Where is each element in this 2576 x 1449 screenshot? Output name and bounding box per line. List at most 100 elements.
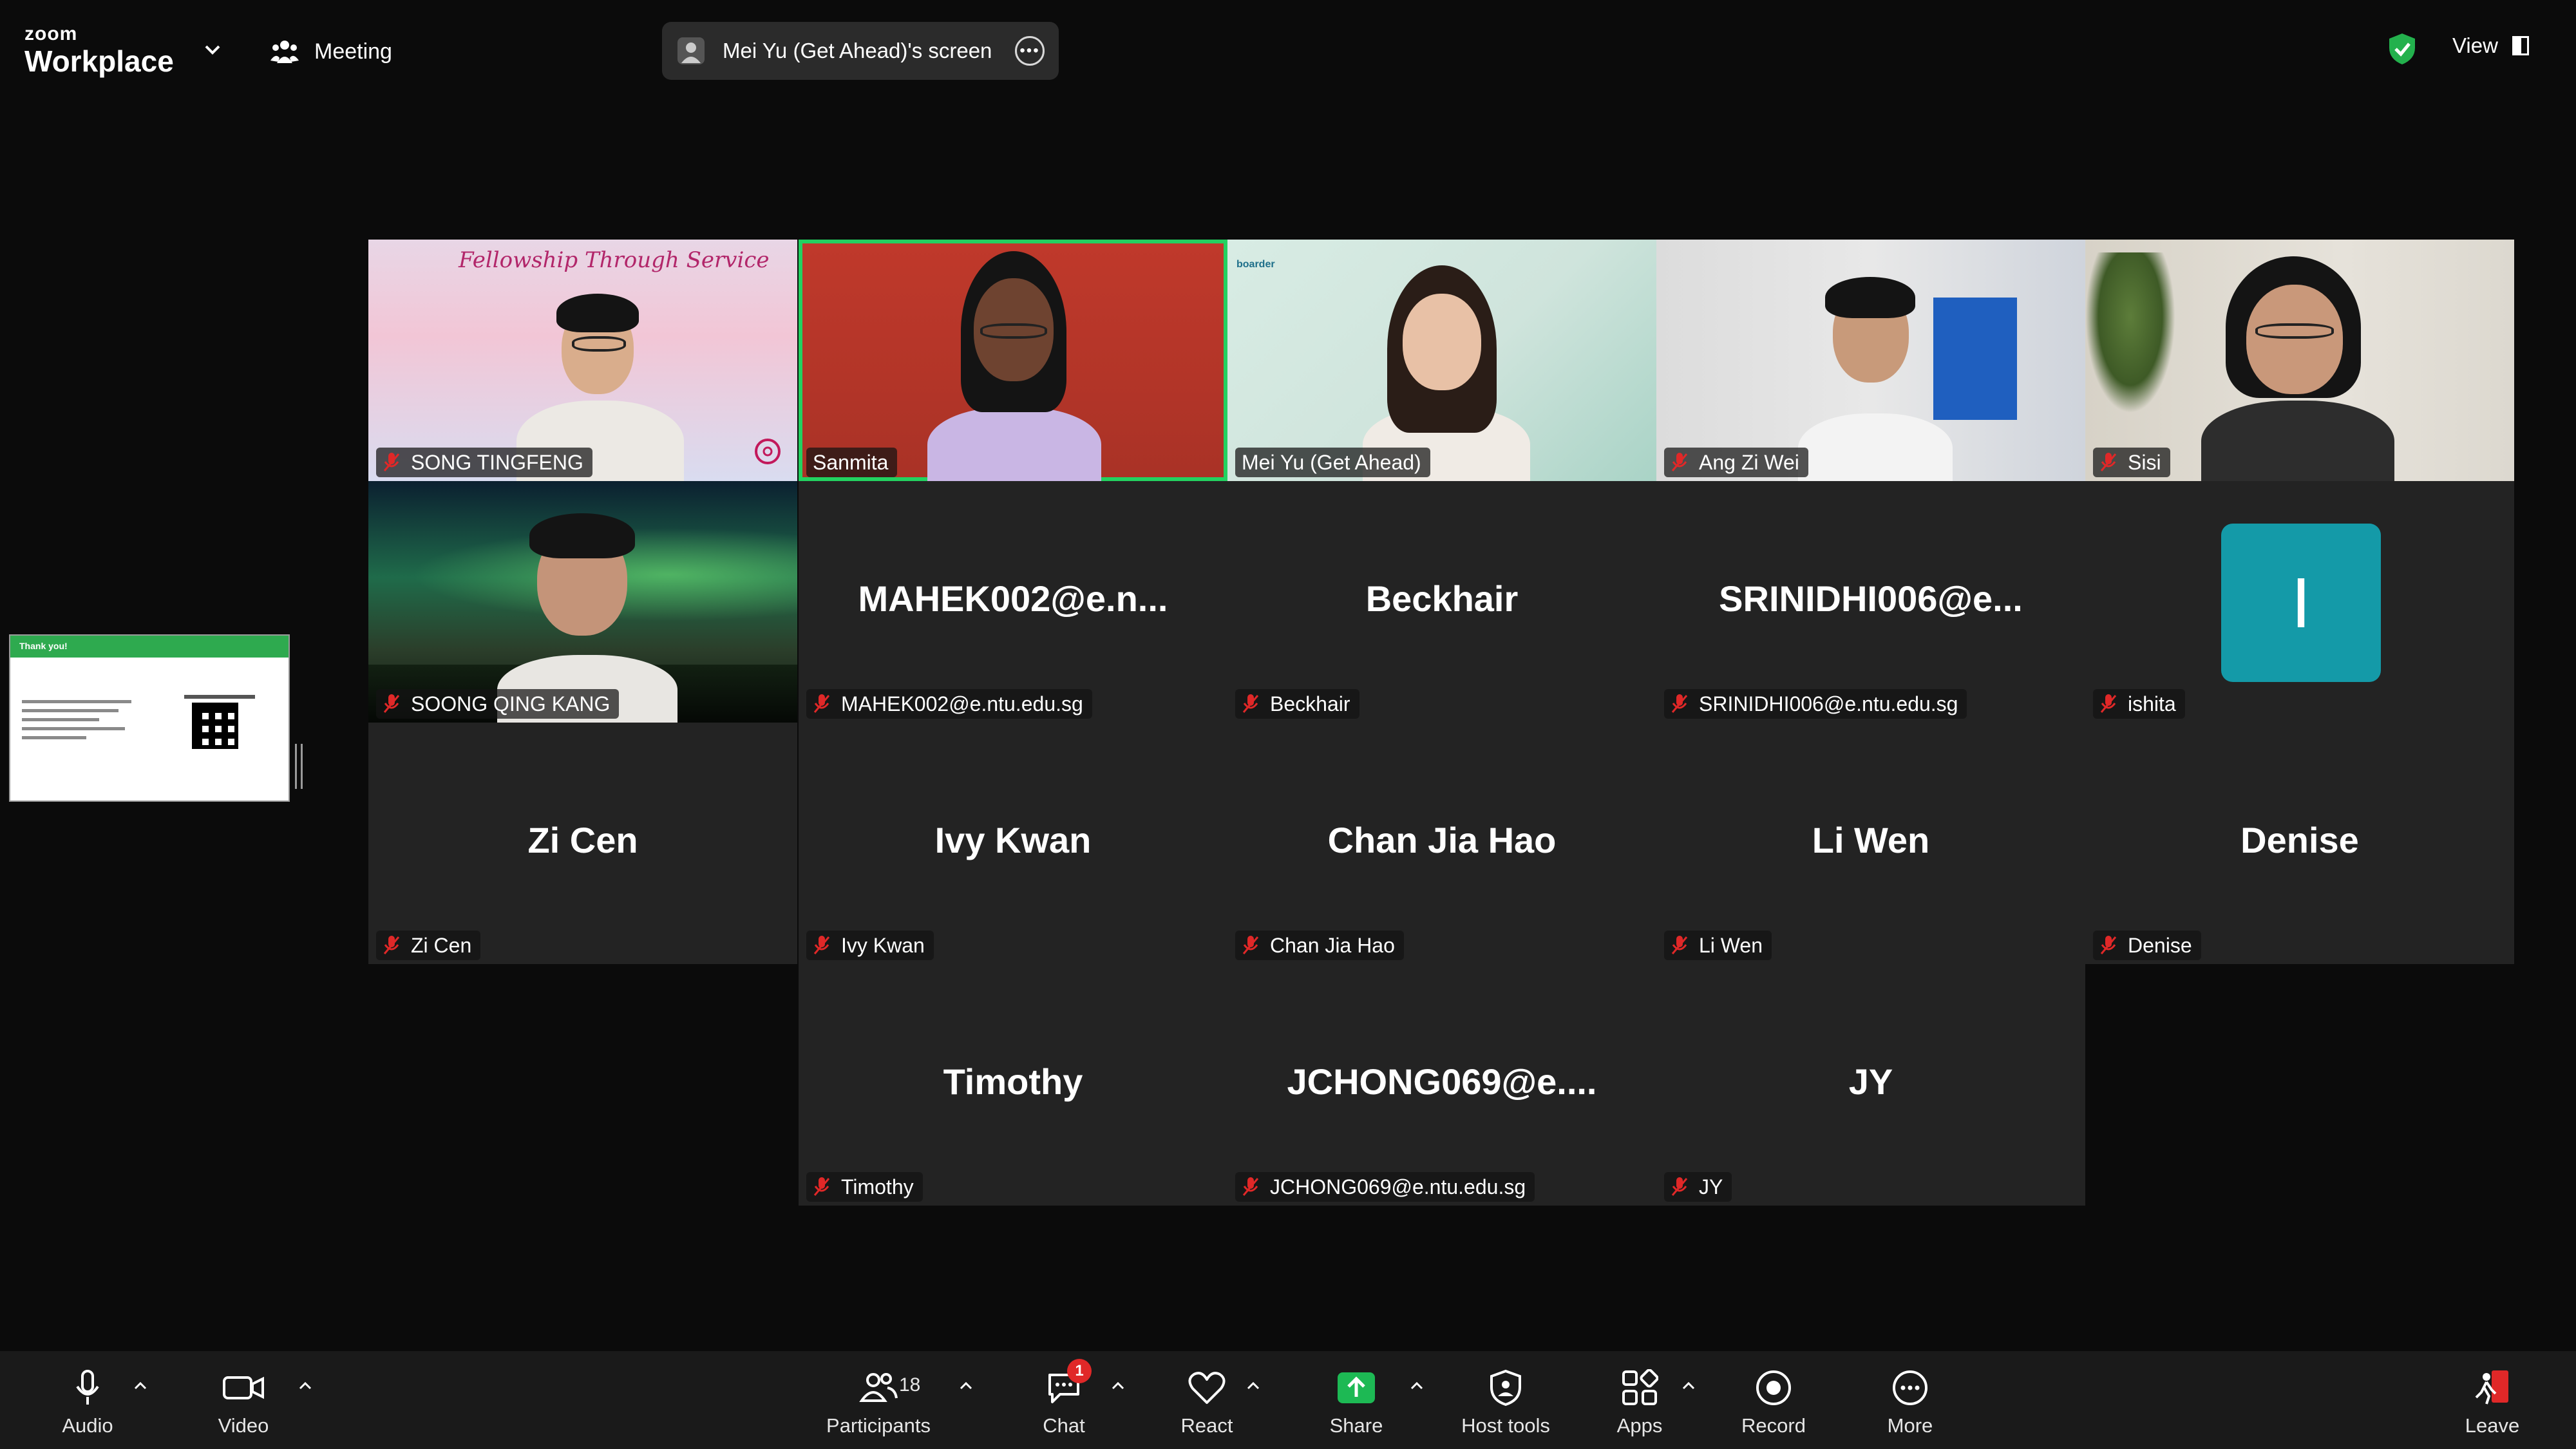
mic-muted-icon [813,694,830,713]
share-options-caret-icon[interactable] [1408,1377,1426,1395]
participant-name: Timothy [841,1175,914,1198]
participant-name: Ang Zi Wei [1699,450,1799,474]
participants-button[interactable]: Participants [814,1365,943,1437]
participant-display-name: Timothy [943,1061,1083,1102]
participant-display-name: MAHEK002@e.n... [858,578,1168,619]
participant-tile[interactable]: Ang Zi Wei [1656,240,2085,481]
record-button[interactable]: Record [1709,1365,1838,1437]
participant-tile[interactable]: JCHONG069@e.... JCHONG069@e.ntu.edu.sg [1227,964,1656,1206]
meeting-toolbar: Audio Video Participants 18 1 Chat React… [0,1351,2576,1449]
chevron-down-icon[interactable] [200,37,225,63]
react-label: React [1180,1414,1233,1437]
view-button[interactable]: View [2452,33,2529,58]
host-tools-label: Host tools [1461,1414,1550,1437]
mic-muted-icon [1242,936,1259,954]
participants-icon [859,1373,898,1402]
view-grid-icon [2512,36,2529,55]
more-icon [1893,1370,1927,1405]
logo-workplace-text: Workplace [24,44,174,78]
rotary-wheel-icon [755,439,781,464]
apps-options-caret-icon[interactable] [1680,1377,1698,1395]
participant-name: Zi Cen [411,933,472,957]
participant-tile[interactable]: SOONG QING KANG [368,481,797,723]
participant-name: SOONG QING KANG [411,692,611,715]
participant-tile[interactable]: Timothy Timothy [799,964,1227,1206]
participant-name-tag: Li Wen [1664,931,1772,960]
avatar: I [2221,524,2381,682]
shield-icon [1490,1369,1521,1406]
zoom-workplace-logo: zoom Workplace [24,24,174,78]
participant-tile[interactable]: boarder Mei Yu (Get Ahead) [1227,240,1656,481]
participant-tile[interactable]: Sisi [2085,240,2514,481]
video-button[interactable]: Video [179,1365,308,1437]
participant-tile[interactable]: Ivy Kwan Ivy Kwan [799,723,1227,964]
participant-display-name: Beckhair [1365,578,1519,619]
audio-button[interactable]: Audio [23,1365,152,1437]
participant-tile[interactable]: JY JY [1656,964,2085,1206]
participant-tile[interactable]: SRINIDHI006@e... SRINIDHI006@e.ntu.edu.s… [1656,481,2085,723]
participant-name: SRINIDHI006@e.ntu.edu.sg [1699,692,1958,715]
qr-code-image [192,703,238,749]
participant-name: ishita [2128,692,2176,715]
chat-unread-badge: 1 [1067,1359,1092,1383]
participant-tile[interactable]: Chan Jia Hao Chan Jia Hao [1227,723,1656,964]
participant-name: Sanmita [813,450,889,474]
participant-name: MAHEK002@e.ntu.edu.sg [841,692,1083,715]
participant-name-tag: SRINIDHI006@e.ntu.edu.sg [1664,689,1967,719]
participant-name-tag: Sanmita [806,448,898,477]
resize-handle[interactable] [295,744,303,789]
chat-options-caret-icon[interactable] [1109,1377,1127,1395]
screen-share-label: Mei Yu (Get Ahead)'s screen [723,39,992,62]
participant-tile[interactable]: Denise Denise [2085,723,2514,964]
apps-button[interactable]: Apps [1575,1365,1704,1437]
audio-label: Audio [62,1414,113,1437]
mic-muted-icon [1671,453,1688,471]
audio-options-caret-icon[interactable] [131,1377,149,1395]
participant-name: Li Wen [1699,933,1763,957]
shared-screen-header: Thank you! [10,636,289,658]
shared-screen-text [22,700,138,745]
participant-name-tag: Ivy Kwan [806,931,934,960]
participant-tile[interactable]: I ishita [2085,481,2514,723]
participant-name: JY [1699,1175,1723,1198]
screen-share-pill[interactable]: Mei Yu (Get Ahead)'s screen ••• [662,22,1059,80]
participant-display-name: Chan Jia Hao [1327,820,1557,860]
chat-button[interactable]: 1 Chat [999,1359,1128,1437]
mic-muted-icon [383,936,400,954]
security-shield-icon[interactable] [2387,32,2418,66]
leave-button[interactable]: Leave [2428,1365,2557,1437]
participant-name: Chan Jia Hao [1270,933,1395,957]
view-label: View [2452,33,2498,57]
mic-muted-icon [383,453,400,471]
mic-muted-icon [1242,694,1259,713]
participant-count: 18 [899,1374,921,1396]
record-icon [1756,1370,1791,1405]
feedback-title-line [184,695,255,699]
participant-tile[interactable]: MAHEK002@e.n... MAHEK002@e.ntu.edu.sg [799,481,1227,723]
microphone-icon [76,1370,99,1405]
participant-tile[interactable]: Li Wen Li Wen [1656,723,2085,964]
share-button[interactable]: Share [1292,1365,1421,1437]
mic-muted-icon [1671,694,1688,713]
participant-name: Sisi [2128,450,2161,474]
leave-label: Leave [2465,1414,2520,1437]
participant-tile[interactable]: Zi Cen Zi Cen [368,723,797,964]
more-options-icon[interactable]: ••• [1015,36,1045,66]
participants-options-caret-icon[interactable] [957,1377,975,1395]
participant-tile-active-speaker[interactable]: Sanmita [799,240,1227,481]
participant-name-tag: Beckhair [1235,689,1359,719]
participant-name: SONG TINGFENG [411,450,583,474]
more-button[interactable]: More [1846,1365,1975,1437]
brand-logo-text: boarder [1236,259,1275,270]
participant-name-tag: Timothy [806,1172,923,1202]
shared-screen-thumbnail[interactable]: Thank you! [9,634,290,802]
video-options-caret-icon[interactable] [296,1377,314,1395]
host-tools-button[interactable]: Host tools [1441,1365,1570,1437]
participant-tile[interactable]: Fellowship Through Service SONG TINGFENG [368,240,797,481]
react-options-caret-icon[interactable] [1244,1377,1262,1395]
participant-tile[interactable]: Beckhair Beckhair [1227,481,1656,723]
react-button[interactable]: React [1142,1365,1271,1437]
meeting-info-button[interactable]: Meeting [270,33,392,70]
record-label: Record [1741,1414,1806,1437]
participant-name-tag: Ang Zi Wei [1664,448,1808,477]
